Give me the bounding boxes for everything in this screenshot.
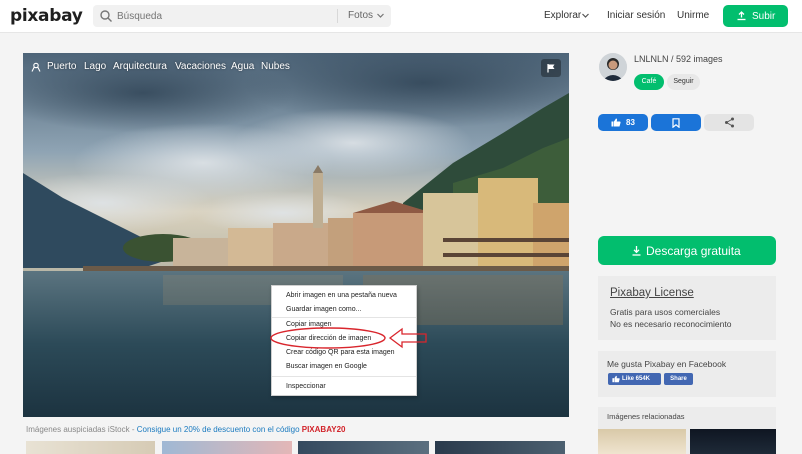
pixabay-logo[interactable]: pixabay [10,6,83,26]
related-title: Imágenes relacionadas [607,412,685,421]
bookmark-button[interactable] [651,114,701,131]
chevron-down-icon [582,13,589,18]
search-input[interactable] [117,8,327,24]
tag-link[interactable]: Arquitectura [113,61,167,72]
share-icon [725,117,734,128]
user-name[interactable]: LNLNLN / 592 images [634,54,723,64]
related-thumbnail[interactable] [598,429,686,454]
annotation-arrow [270,327,427,349]
tag-link[interactable]: Puerto [47,61,76,72]
facebook-like-button[interactable]: Like 654K [608,373,661,385]
top-bar: pixabay Fotos Explorar Iniciar sesión Un… [0,0,802,33]
join-link[interactable]: Unirme [677,10,709,21]
related-thumbnail[interactable] [690,429,776,454]
coffee-button[interactable]: Café [634,74,664,90]
search-icon [100,10,112,22]
report-button[interactable] [541,59,561,77]
chevron-down-icon [377,13,384,18]
download-button[interactable]: Descarga gratuita [598,236,776,265]
tag-icon [31,62,41,72]
tag-link[interactable]: Agua [231,61,254,72]
promo-code: PIXABAY20 [301,425,346,434]
search-divider [337,9,338,23]
facebook-share-button[interactable]: Share [664,373,693,385]
like-count: 83 [626,118,635,127]
license-line: Gratis para usos comerciales [610,307,721,317]
upload-label: Subir [752,11,776,22]
avatar[interactable] [599,53,627,81]
facebook-panel: Me gusta Pixabay en Facebook Like 654K S… [598,351,776,397]
license-panel: Pixabay License Gratis para usos comerci… [598,276,776,340]
facebook-like-label: Like 654K [622,376,651,382]
tag-link[interactable]: Lago [84,61,106,72]
flag-icon [547,64,555,73]
thumbs-up-icon [612,375,620,383]
related-images-panel: Imágenes relacionadas [598,407,776,454]
sponsor-link[interactable]: Consigue un 20% de descuento con el códi… [137,425,302,434]
sponsored-thumbnail[interactable] [298,441,429,454]
avatar-image [599,53,627,81]
menu-separator [272,376,416,377]
sponsored-thumbnail[interactable] [435,441,565,454]
license-line: No es necesario reconocimiento [610,319,732,329]
menu-search-google[interactable]: Buscar imagen en Google [286,363,367,370]
upload-icon [737,11,746,21]
bookmark-icon [672,118,680,128]
upload-button[interactable]: Subir [723,5,788,27]
thumbs-up-icon [611,118,621,127]
tag-link[interactable]: Vacaciones [175,61,226,72]
menu-separator [272,317,416,318]
login-link[interactable]: Iniciar sesión [607,10,665,21]
sponsored-thumbnail[interactable] [162,441,292,454]
tag-link[interactable]: Nubes [261,61,290,72]
share-button[interactable] [704,114,754,131]
sponsor-line: Imágenes auspiciadas iStock - Consigue u… [26,425,345,434]
menu-inspect[interactable]: Inspeccionar [286,383,326,390]
download-icon [632,246,641,256]
sponsored-thumbnail[interactable] [26,441,155,454]
facebook-title: Me gusta Pixabay en Facebook [607,359,727,369]
menu-save-image[interactable]: Guardar imagen como... [286,306,361,313]
menu-open-new-tab[interactable]: Abrir imagen en una pestaña nueva [286,292,397,299]
like-button[interactable]: 83 [598,114,648,131]
download-label: Descarga gratuita [646,244,741,258]
sponsor-prefix: Imágenes auspiciadas iStock - [26,425,137,434]
license-title[interactable]: Pixabay License [610,287,694,299]
search-category-select[interactable]: Fotos [348,10,373,21]
explore-menu[interactable]: Explorar [544,10,581,21]
search-bar[interactable]: Fotos [93,5,391,27]
follow-button[interactable]: Seguir [667,74,700,90]
